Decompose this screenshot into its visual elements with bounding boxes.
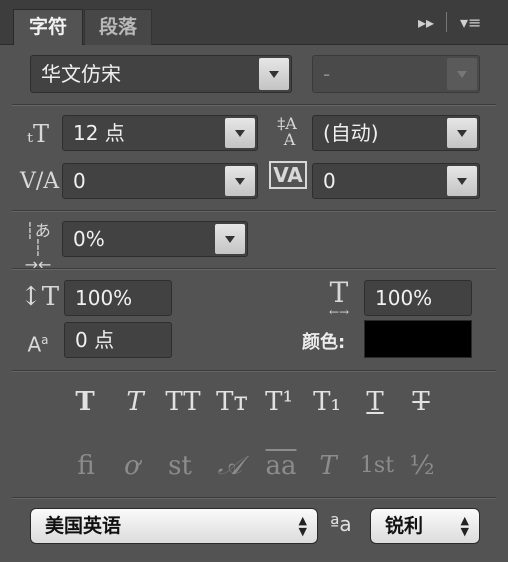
font-size-value: 12 点 xyxy=(73,121,125,145)
language-value: 美国英语 xyxy=(45,515,122,537)
character-panel: 字符 段落 ▸▸ ▾≡ 华文仿宋 - ₜT 12 点 ‡A A (自动) V/A… xyxy=(0,0,508,562)
horizontal-scale-value: 100% xyxy=(375,286,433,310)
horizontal-scale-field[interactable]: 100% xyxy=(364,280,472,316)
tracking-field[interactable]: 0 xyxy=(312,163,480,199)
tab-paragraph[interactable]: 段落 xyxy=(84,9,152,45)
baseline-shift-field[interactable]: 0 点 xyxy=(64,322,172,358)
tracking-icon: VA xyxy=(268,161,308,200)
font-family-value: 华文仿宋 xyxy=(41,62,121,86)
strikethrough-button[interactable]: T xyxy=(404,386,438,418)
chevron-down-icon xyxy=(447,58,477,90)
faux-bold-button[interactable]: T xyxy=(68,386,102,418)
tracking-value: 0 xyxy=(323,169,336,193)
kerning-icon: V/A xyxy=(20,169,60,194)
collapse-panel-icon[interactable]: ▸▸ xyxy=(418,13,434,32)
leading-value: (自动) xyxy=(323,121,379,145)
panel-menu-icon[interactable]: ▾≡ xyxy=(460,13,481,32)
vertical-scale-field[interactable]: 100% xyxy=(64,280,172,316)
small-caps-button[interactable]: Tт xyxy=(212,386,252,418)
underline-button[interactable]: T xyxy=(358,386,392,418)
tsume-value: 0% xyxy=(73,227,105,251)
superscript-button[interactable]: T¹ xyxy=(262,386,296,418)
contextual-alternates-button[interactable]: ơ xyxy=(112,449,152,483)
tab-bar: 字符 段落 ▸▸ ▾≡ xyxy=(0,0,508,45)
section-divider xyxy=(12,268,496,270)
titling-alternates-button[interactable]: T xyxy=(308,449,348,483)
tab-character[interactable]: 字符 xyxy=(13,9,83,45)
tsume-field[interactable]: 0% xyxy=(62,221,248,257)
section-divider xyxy=(12,497,496,499)
discretionary-ligatures-button[interactable]: st xyxy=(160,449,200,483)
subscript-button[interactable]: T₁ xyxy=(310,386,344,418)
chevron-down-icon[interactable] xyxy=(225,118,255,148)
font-size-icon: ₜT xyxy=(27,120,49,148)
leading-field[interactable]: (自动) xyxy=(312,115,480,151)
text-color-swatch[interactable] xyxy=(364,320,472,358)
kerning-field[interactable]: 0 xyxy=(62,163,258,199)
baseline-shift-value: 0 点 xyxy=(75,328,115,352)
horizontal-scale-icon: T ←→ xyxy=(328,276,350,319)
tsume-icon: ┆あ┆ →← xyxy=(24,221,52,274)
ordinals-button[interactable]: 1st xyxy=(354,449,400,483)
kerning-value: 0 xyxy=(73,169,86,193)
swash-button[interactable]: 𝒜 xyxy=(210,449,250,483)
section-divider xyxy=(12,210,496,212)
standard-ligatures-button[interactable]: ﬁ xyxy=(66,449,106,483)
antialias-value: 锐利 xyxy=(385,515,424,537)
color-label: 颜色: xyxy=(302,332,346,353)
font-style-value: - xyxy=(323,62,331,86)
language-select[interactable]: 美国英语 ▲ ▼ xyxy=(30,508,318,544)
stepper-arrows-icon: ▲ ▼ xyxy=(298,514,307,538)
stepper-arrows-icon: ▲ ▼ xyxy=(460,514,469,538)
stylistic-alternates-button[interactable]: aa xyxy=(258,449,304,483)
antialias-icon: ªa xyxy=(330,512,352,536)
font-size-field[interactable]: 12 点 xyxy=(62,115,258,151)
chevron-down-icon[interactable] xyxy=(225,166,255,196)
fractions-button[interactable]: ½ xyxy=(402,449,442,483)
chevron-down-icon[interactable] xyxy=(215,224,245,254)
font-family-select[interactable]: 华文仿宋 xyxy=(30,55,292,93)
section-divider xyxy=(12,370,496,372)
faux-italic-button[interactable]: T xyxy=(118,386,152,418)
antialias-select[interactable]: 锐利 ▲ ▼ xyxy=(370,508,480,544)
vertical-scale-value: 100% xyxy=(75,286,133,310)
all-caps-button[interactable]: TT xyxy=(164,386,202,418)
baseline-shift-icon: Aa xyxy=(27,332,49,357)
toolbar-divider xyxy=(446,12,447,32)
leading-icon: ‡A A xyxy=(277,114,297,149)
chevron-down-icon[interactable] xyxy=(447,166,477,196)
chevron-down-icon[interactable] xyxy=(447,118,477,148)
font-style-select: - xyxy=(312,55,480,93)
section-divider xyxy=(12,104,496,106)
vertical-scale-icon: ↕T xyxy=(20,282,60,312)
chevron-down-icon[interactable] xyxy=(259,58,289,90)
